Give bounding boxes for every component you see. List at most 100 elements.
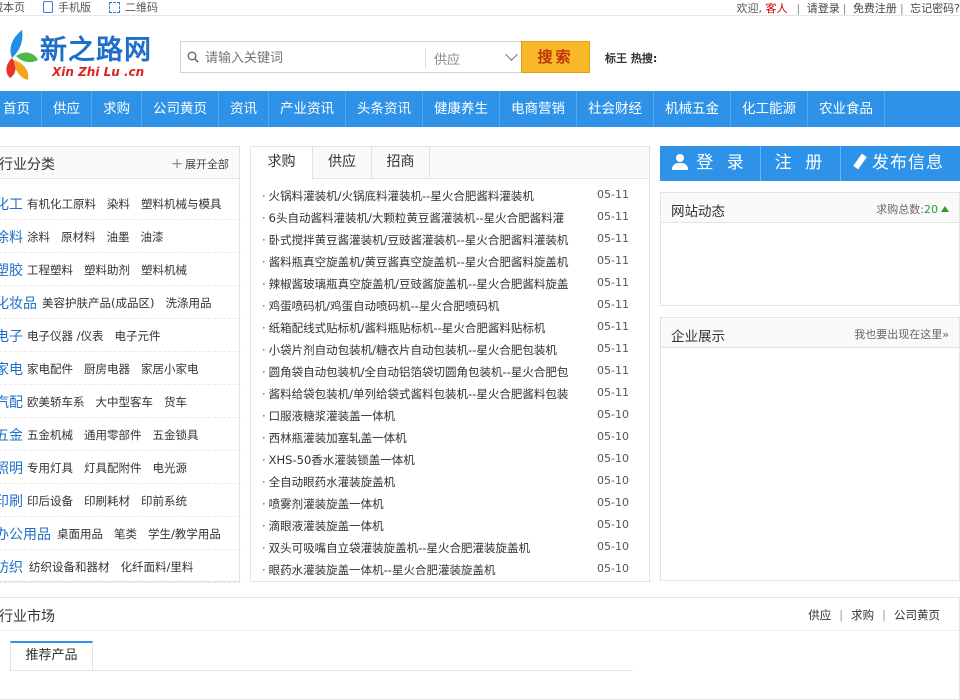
subcategory-link[interactable]: 印前系统 <box>141 494 187 508</box>
nav-item[interactable]: 机械五金 <box>654 91 731 127</box>
subcategory-link[interactable]: 印刷耗材 <box>84 494 130 508</box>
post-info-button[interactable]: 发布信息 <box>841 146 960 181</box>
subcategory-link[interactable]: 专用灯具 <box>27 461 73 475</box>
subcategory-link[interactable]: 染料 <box>107 197 130 211</box>
register-button[interactable]: 注 册 <box>761 146 841 181</box>
nav-item[interactable]: 农业食品 <box>808 91 885 127</box>
news-title-link[interactable]: 圆角袋自动包装机/全自动铝箔袋切圆角包装机--星火合肥包 <box>262 364 592 380</box>
news-title-link[interactable]: 口服液糖浆灌装盖一体机 <box>262 408 592 424</box>
news-title-link[interactable]: 滴眼液灌装旋盖一体机 <box>262 518 592 534</box>
nav-item[interactable]: 社会财经 <box>577 91 654 127</box>
subcategory-link[interactable]: 电子仪器 /仪表 <box>27 329 104 343</box>
subcategory-link[interactable]: 塑料助剂 <box>84 263 130 277</box>
market-link-buy[interactable]: 求购 <box>851 608 874 622</box>
login-link[interactable]: 请登录 <box>807 2 840 15</box>
subcategory-link[interactable]: 桌面用品 <box>57 527 103 541</box>
news-title-link[interactable]: 6头自动酱料灌装机/大颗粒黄豆酱灌装机--星火合肥酱料灌 <box>262 210 592 226</box>
news-title-link[interactable]: 双头可吸嘴自立袋灌装旋盖机--星火合肥灌装旋盖机 <box>262 540 592 556</box>
category-main-link[interactable]: 塑胶 <box>0 260 23 280</box>
nav-item[interactable]: 首页 <box>0 91 42 127</box>
subcategory-link[interactable]: 工程塑料 <box>27 263 73 277</box>
qrcode-label[interactable]: 二维码 <box>125 0 158 15</box>
qrcode-link[interactable]: 二维码 <box>109 0 158 14</box>
category-main-link[interactable]: 纺织 <box>0 557 23 577</box>
subcategory-link[interactable]: 化纤面料/里料 <box>121 560 194 574</box>
tab-invest[interactable]: 招商 <box>372 147 430 179</box>
search-button[interactable]: 搜索 <box>521 41 590 73</box>
category-main-link[interactable]: 家电 <box>0 359 23 379</box>
mobile-label[interactable]: 手机版 <box>58 0 91 15</box>
bookmark-label[interactable]: 藏本页 <box>0 0 25 15</box>
subcategory-link[interactable]: 塑料机械与模具 <box>141 197 222 211</box>
subcategory-link[interactable]: 灯具配附件 <box>84 461 142 475</box>
category-main-link[interactable]: 化妆品 <box>0 293 37 313</box>
news-title-link[interactable]: 眼药水灌装旋盖一体机--星火合肥灌装旋盖机 <box>262 562 592 578</box>
nav-item[interactable]: 健康养生 <box>423 91 500 127</box>
news-title-link[interactable]: 喷雾剂灌装旋盖一体机 <box>262 496 592 512</box>
register-link[interactable]: 免费注册 <box>853 2 897 15</box>
subcategory-link[interactable]: 油墨 <box>107 230 130 244</box>
market-link-supply[interactable]: 供应 <box>808 608 831 622</box>
market-link-yellowpages[interactable]: 公司黄页 <box>894 608 940 622</box>
tab-recommended-products[interactable]: 推荐产品 <box>10 641 93 670</box>
category-main-link[interactable]: 办公用品 <box>0 524 51 544</box>
nav-item[interactable]: 产业资讯 <box>269 91 346 127</box>
search-type-select[interactable]: 供应 <box>434 48 520 68</box>
news-title-link[interactable]: 小袋片剂自动包装机/糖衣片自动包装机--星火合肥包装机 <box>262 342 592 358</box>
appear-here-link[interactable]: 我也要出现在这里» <box>854 326 949 342</box>
subcategory-link[interactable]: 厨房电器 <box>84 362 130 376</box>
category-main-link[interactable]: 涂料 <box>0 227 23 247</box>
subcategory-link[interactable]: 欧美轿车系 <box>27 395 85 409</box>
subcategory-link[interactable]: 纺织设备和器材 <box>29 560 110 574</box>
nav-item[interactable]: 资讯 <box>219 91 269 127</box>
subcategory-link[interactable]: 家电配件 <box>27 362 73 376</box>
login-button[interactable]: 登 录 <box>660 146 761 181</box>
nav-item[interactable]: 供应 <box>42 91 92 127</box>
news-title-link[interactable]: 酱料给袋包装机/单列给袋式酱料包装机--星火合肥酱料包装 <box>262 386 592 402</box>
tab-buy[interactable]: 求购 <box>251 147 313 180</box>
subcategory-link[interactable]: 货车 <box>164 395 187 409</box>
category-main-link[interactable]: 汽配 <box>0 392 23 412</box>
subcategory-link[interactable]: 洗涤用品 <box>165 296 211 310</box>
subcategory-link[interactable]: 塑料机械 <box>141 263 187 277</box>
subcategory-link[interactable]: 有机化工原料 <box>27 197 96 211</box>
subcategory-link[interactable]: 涂料 <box>27 230 50 244</box>
news-title-link[interactable]: 鸡蛋喷码机/鸡蛋自动喷码机--星火合肥喷码机 <box>262 298 592 314</box>
subcategory-link[interactable]: 原材料 <box>61 230 96 244</box>
category-main-link[interactable]: 电子 <box>0 326 23 346</box>
subcategory-link[interactable]: 笔类 <box>114 527 137 541</box>
category-main-link[interactable]: 五金 <box>0 425 23 445</box>
subcategory-link[interactable]: 油漆 <box>141 230 164 244</box>
subcategory-link[interactable]: 印后设备 <box>27 494 73 508</box>
news-title-link[interactable]: 全自动眼药水灌装旋盖机 <box>262 474 592 490</box>
nav-item[interactable]: 头条资讯 <box>346 91 423 127</box>
expand-all-button[interactable]: + 展开全部 <box>171 156 229 172</box>
nav-item[interactable]: 公司黄页 <box>142 91 219 127</box>
nav-item[interactable]: 求购 <box>92 91 142 127</box>
nav-item[interactable]: 电商营销 <box>500 91 577 127</box>
nav-item[interactable]: 化工能源 <box>731 91 808 127</box>
news-title-link[interactable]: 纸箱配线式贴标机/酱料瓶贴标机--星火合肥酱料贴标机 <box>262 320 592 336</box>
site-logo[interactable]: 新之路网 Xin Zhi Lu .cn <box>0 22 160 86</box>
forgot-password-link[interactable]: 忘记密码? <box>910 2 960 15</box>
tab-supply[interactable]: 供应 <box>313 147 372 179</box>
subcategory-link[interactable]: 电光源 <box>153 461 188 475</box>
category-main-link[interactable]: 印刷 <box>0 491 23 511</box>
subcategory-link[interactable]: 五金锁具 <box>153 428 199 442</box>
subcategory-link[interactable]: 美容护肤产品(成品区) <box>42 296 154 310</box>
bookmark-link[interactable]: 藏本页 <box>0 0 25 14</box>
subcategory-link[interactable]: 大中型客车 <box>96 395 154 409</box>
category-main-link[interactable]: 化工 <box>0 194 23 214</box>
subcategory-link[interactable]: 家居小家电 <box>141 362 199 376</box>
category-main-link[interactable]: 照明 <box>0 458 23 478</box>
news-title-link[interactable]: 卧式搅拌黄豆酱灌装机/豆豉酱灌装机--星火合肥酱料灌装机 <box>262 232 592 248</box>
search-input[interactable] <box>205 48 425 68</box>
news-title-link[interactable]: XHS-50香水灌装锁盖一体机 <box>262 452 592 468</box>
subcategory-link[interactable]: 五金机械 <box>27 428 73 442</box>
subcategory-link[interactable]: 学生/教学用品 <box>148 527 221 541</box>
subcategory-link[interactable]: 电子元件 <box>115 329 161 343</box>
subcategory-link[interactable]: 通用零部件 <box>84 428 142 442</box>
news-title-link[interactable]: 西林瓶灌装加塞轧盖一体机 <box>262 430 592 446</box>
news-title-link[interactable]: 辣椒酱玻璃瓶真空旋盖机/豆豉酱旋盖机--星火合肥酱料旋盖 <box>262 276 592 292</box>
news-title-link[interactable]: 酱料瓶真空旋盖机/黄豆酱真空旋盖机--星火合肥酱料旋盖机 <box>262 254 592 270</box>
